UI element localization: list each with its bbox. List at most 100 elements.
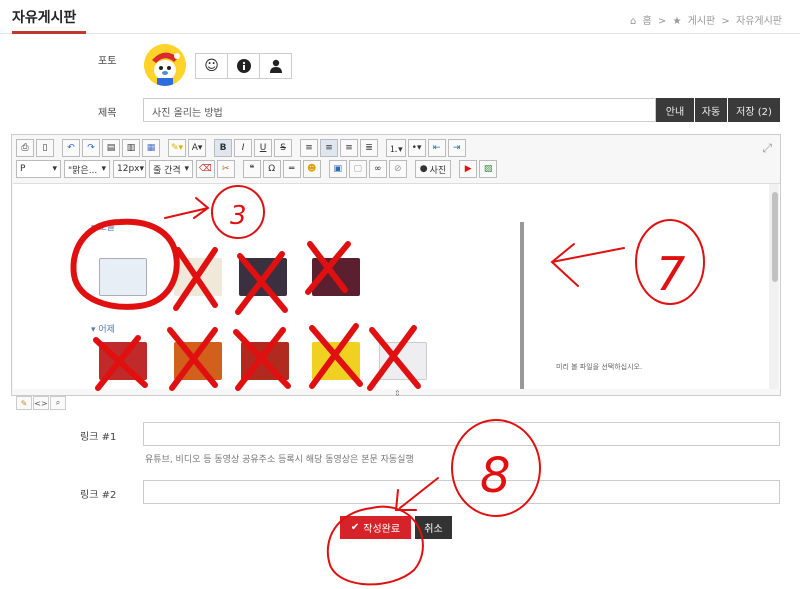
bullet-list-icon[interactable]: •▾ bbox=[407, 139, 426, 157]
format-select[interactable]: P ▾ bbox=[16, 160, 61, 178]
editor-scroll-thumb[interactable] bbox=[772, 192, 778, 282]
template-icon[interactable]: ▢ bbox=[348, 160, 367, 178]
guide-button[interactable]: 안내 bbox=[656, 98, 694, 122]
align-justify-icon[interactable]: ≣ bbox=[360, 139, 379, 157]
subject-label: 제목 bbox=[98, 108, 117, 119]
photo-upload-label: 사진 bbox=[429, 165, 447, 176]
paste-text-icon[interactable]: ▥ bbox=[122, 139, 140, 157]
breadcrumb-separator: > bbox=[657, 16, 667, 27]
special-char-icon[interactable]: Ω bbox=[262, 160, 281, 178]
image-thumbnail[interactable] bbox=[312, 258, 360, 296]
editor-body[interactable]: ▾ 오늘 ▾ 어제 미리 볼 파일을 선택하십시오. bbox=[13, 183, 780, 389]
toolbar-row-1: ⎙ ▯ ↶ ↷ ▤ ▥ ▦ ✎▾ A▾ B I U S ≡ ≡ ≡ ≣ ⒈▾ •… bbox=[16, 138, 468, 158]
bold-icon[interactable]: B bbox=[214, 139, 233, 157]
emoticon-icon[interactable]: ☻ bbox=[302, 160, 321, 178]
toolbar-row-2: P ▾ "맑은... ▾ 12px ▾ 줄 간격 ▾ ⌫ ✂ ❝ Ω ═ ☻ ▣ ▢ ∞… bbox=[16, 159, 499, 179]
font-select[interactable]: "맑은... ▾ bbox=[64, 160, 110, 178]
rich-text-editor: ⎙ ▯ ↶ ↷ ▤ ▥ ▦ ✎▾ A▾ B I U S ≡ ≡ ≡ ≣ ⒈▾ •… bbox=[11, 134, 781, 398]
info-icon[interactable] bbox=[227, 53, 260, 79]
youtube-icon[interactable]: ▶ bbox=[459, 160, 478, 178]
quote-icon[interactable]: ❝ bbox=[242, 160, 261, 178]
link-icon[interactable]: ∞ bbox=[368, 160, 387, 178]
line-height-select[interactable]: 줄 간격 ▾ bbox=[149, 160, 193, 178]
underline-icon[interactable]: U bbox=[254, 139, 273, 157]
image-icon[interactable]: ▨ bbox=[479, 160, 498, 178]
image-thumbnail[interactable] bbox=[241, 342, 289, 380]
cancel-button[interactable]: 취소 bbox=[415, 516, 452, 539]
page-title: 자유게시판 bbox=[12, 10, 77, 26]
select-all-icon[interactable]: ▦ bbox=[142, 139, 160, 157]
preview-hint: 미리 볼 파일을 선택하십시오. bbox=[556, 363, 643, 371]
image-thumbnail[interactable] bbox=[174, 342, 222, 380]
clear-format-icon[interactable]: ⌫ bbox=[196, 160, 215, 178]
size-select[interactable]: 12px ▾ bbox=[113, 160, 146, 178]
font-select-value: "맑은... bbox=[68, 165, 98, 176]
indent-icon[interactable]: ⇥ bbox=[447, 139, 466, 157]
editor-mode-bar: ✎ <> ⌕ bbox=[16, 396, 67, 410]
format-select-value: P bbox=[20, 164, 26, 174]
align-left-icon[interactable]: ≡ bbox=[300, 139, 319, 157]
subject-input[interactable]: 사진 올리는 방법 bbox=[143, 98, 656, 122]
preview-mode-icon[interactable]: ⌕ bbox=[50, 396, 66, 410]
image-thumbnail[interactable] bbox=[239, 258, 287, 296]
breadcrumb: ⌂ 홈 > ★ 게시판 > 자유게시판 bbox=[627, 12, 782, 27]
link-help-text: 유튜브, 비디오 등 동영상 공유주소 등록시 해당 동영상은 본문 자동실행 bbox=[145, 455, 414, 465]
auto-button[interactable]: 자동 bbox=[695, 98, 727, 122]
submit-button[interactable]: ✔ 작성완료 bbox=[340, 516, 411, 539]
group-yesterday-label: ▾ 어제 bbox=[91, 325, 115, 335]
outdent-icon[interactable]: ⇤ bbox=[427, 139, 446, 157]
photo-label: 포토 bbox=[98, 56, 117, 67]
breadcrumb-board[interactable]: 게시판 bbox=[688, 16, 716, 27]
smile-icon[interactable]: ☺ bbox=[195, 53, 228, 79]
link2-input[interactable] bbox=[143, 480, 780, 504]
align-right-icon[interactable]: ≡ bbox=[340, 139, 359, 157]
group-today-label: ▾ 오늘 bbox=[91, 223, 115, 233]
resize-handle-icon[interactable]: ⇕ bbox=[394, 389, 404, 398]
breadcrumb-separator: > bbox=[721, 16, 730, 27]
page-header: 자유게시판 ⌂ 홈 > ★ 게시판 > 자유게시판 bbox=[0, 0, 800, 34]
link1-input[interactable] bbox=[143, 422, 780, 446]
undo-icon[interactable]: ↶ bbox=[62, 139, 80, 157]
line-height-select-value: 줄 간격 bbox=[153, 165, 181, 176]
avatar[interactable] bbox=[144, 44, 186, 86]
image-thumbnail[interactable] bbox=[99, 258, 147, 296]
size-select-value: 12px bbox=[117, 164, 140, 174]
group-today-text: 오늘 bbox=[98, 223, 115, 233]
camera-icon: ● bbox=[419, 164, 428, 174]
save-draft-button[interactable]: 저장 (2) bbox=[728, 98, 780, 122]
star-icon: ★ bbox=[672, 16, 682, 27]
unlink-icon[interactable]: ⊘ bbox=[388, 160, 407, 178]
align-center-icon[interactable]: ≡ bbox=[320, 139, 339, 157]
submit-label: 작성완료 bbox=[363, 524, 401, 535]
new-page-icon[interactable]: ▯ bbox=[36, 139, 54, 157]
check-icon: ✔ bbox=[350, 522, 360, 533]
print-icon[interactable]: ⎙ bbox=[16, 139, 34, 157]
maximize-icon[interactable]: ⤢ bbox=[762, 141, 772, 156]
title-underline bbox=[12, 31, 86, 34]
copy-format-icon[interactable]: ✂ bbox=[216, 160, 235, 178]
link1-label: 링크 #1 bbox=[80, 432, 117, 443]
ordered-list-icon[interactable]: ⒈▾ bbox=[386, 139, 406, 157]
preview-divider bbox=[520, 222, 524, 389]
photo-icon-group: ☺ bbox=[195, 53, 292, 79]
table-icon[interactable]: ▣ bbox=[328, 160, 347, 178]
image-thumbnail[interactable] bbox=[379, 342, 427, 380]
italic-icon[interactable]: I bbox=[234, 139, 253, 157]
image-thumbnail[interactable] bbox=[99, 342, 147, 380]
source-mode-icon[interactable]: <> bbox=[33, 396, 49, 410]
paste-icon[interactable]: ▤ bbox=[102, 139, 120, 157]
horizontal-rule-icon[interactable]: ═ bbox=[282, 160, 301, 178]
image-thumbnail[interactable] bbox=[312, 342, 360, 380]
image-thumbnail[interactable] bbox=[174, 258, 222, 296]
edit-mode-icon[interactable]: ✎ bbox=[16, 396, 32, 410]
user-icon[interactable] bbox=[259, 53, 292, 79]
photo-upload-button[interactable]: ● 사진 bbox=[414, 160, 452, 178]
strike-icon[interactable]: S bbox=[274, 139, 293, 157]
redo-icon[interactable]: ↷ bbox=[82, 139, 100, 157]
breadcrumb-home[interactable]: 홈 bbox=[643, 16, 652, 27]
group-yesterday-text: 어제 bbox=[98, 325, 115, 335]
font-color-icon[interactable]: A▾ bbox=[188, 139, 207, 157]
highlight-color-icon[interactable]: ✎▾ bbox=[168, 139, 187, 157]
breadcrumb-current: 자유게시판 bbox=[736, 16, 782, 27]
home-icon[interactable]: ⌂ bbox=[630, 16, 636, 27]
